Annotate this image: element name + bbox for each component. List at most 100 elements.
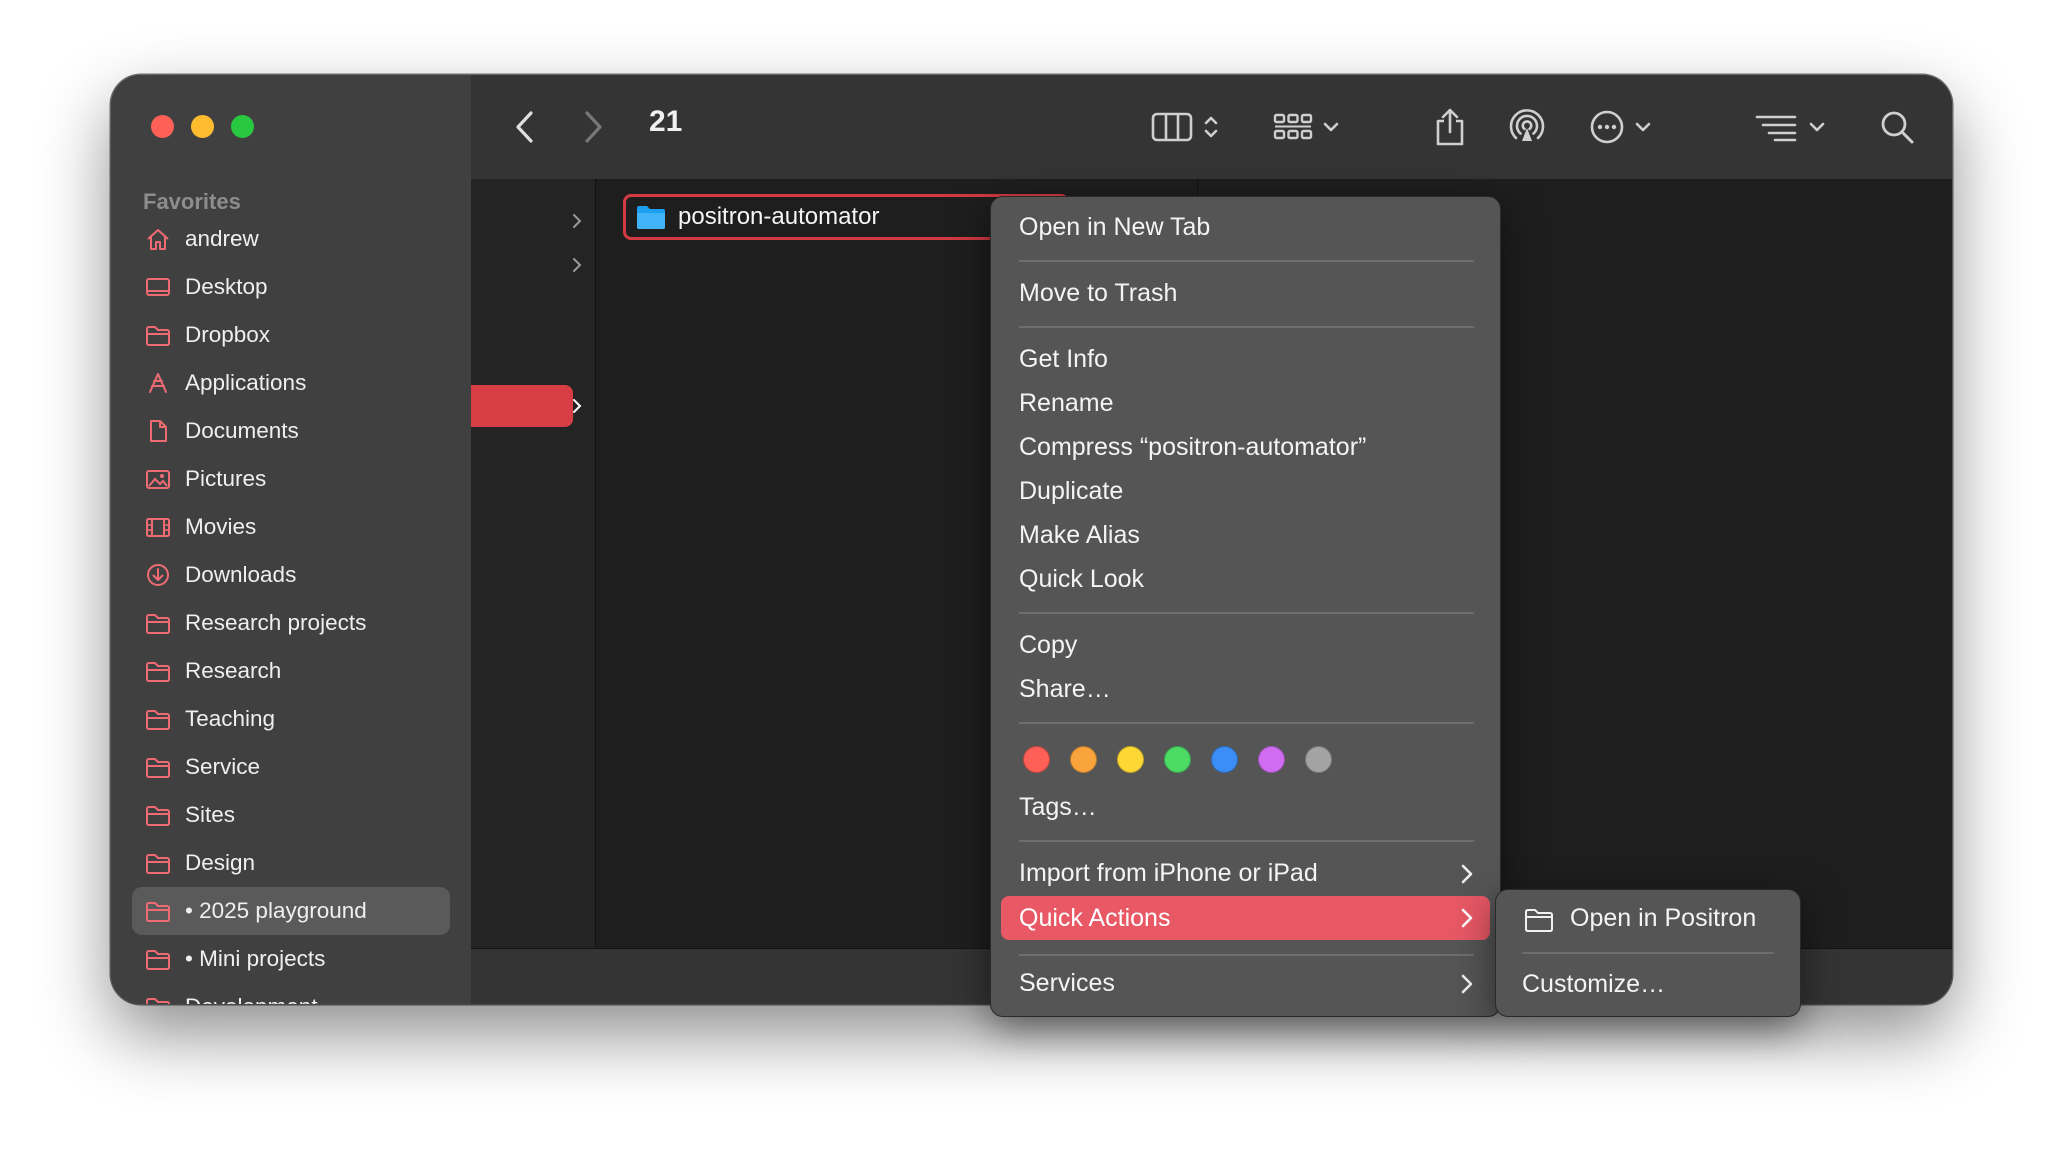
menu-separator (1019, 954, 1474, 956)
zoom-button[interactable] (231, 115, 254, 138)
sidebar-item[interactable]: Design (132, 839, 450, 887)
folder-icon (145, 322, 171, 348)
grid-icon (1273, 113, 1313, 140)
sidebar-item-label: • 2025 playground (185, 898, 367, 923)
sidebar-item[interactable]: Desktop (132, 263, 450, 311)
sidebar-item[interactable]: Service (132, 743, 450, 791)
menu-item-services[interactable]: Services (1019, 969, 1115, 998)
sidebar-item[interactable]: Development (132, 983, 450, 1004)
search-button[interactable] (1879, 103, 1915, 151)
window-title: 21 (649, 105, 683, 138)
airdrop-button[interactable] (1507, 103, 1547, 151)
sidebar-item-label: Service (185, 754, 261, 779)
sidebar-item[interactable]: • Mini projects (132, 935, 450, 983)
menu-item-quick-look[interactable]: Quick Look (1019, 565, 1144, 594)
chevron-right-icon (1461, 864, 1473, 884)
menu-item-duplicate[interactable]: Duplicate (1019, 477, 1123, 506)
tag-color-dot[interactable] (1164, 746, 1191, 773)
share-button[interactable] (1433, 103, 1467, 151)
quick-actions-submenu: Open in Positron Customize… (1495, 889, 1801, 1017)
view-mode-button[interactable] (1151, 103, 1221, 151)
minimize-button[interactable] (191, 115, 214, 138)
action-menu-button[interactable] (1589, 103, 1653, 151)
sidebar-item[interactable]: Downloads (132, 551, 450, 599)
menu-separator (1019, 326, 1474, 328)
tag-color-dot[interactable] (1070, 746, 1097, 773)
menu-separator (1019, 722, 1474, 724)
column-parent (471, 179, 596, 949)
folder-icon (145, 754, 171, 780)
menu-item-rename[interactable]: Rename (1019, 389, 1114, 418)
submenu-item-customize[interactable]: Customize… (1522, 970, 1665, 999)
desktop-icon (145, 274, 171, 300)
menu-item-copy[interactable]: Copy (1019, 631, 1077, 660)
chevron-right-icon (573, 399, 582, 413)
sidebar-item[interactable]: Dropbox (132, 311, 450, 359)
menu-item-tags[interactable]: Tags… (1019, 793, 1097, 822)
group-button[interactable] (1273, 103, 1341, 151)
download-icon (145, 562, 171, 588)
menu-separator (1019, 260, 1474, 262)
chevron-down-icon (1323, 122, 1339, 132)
sidebar-item-label: Documents (185, 418, 299, 443)
photo-icon (145, 466, 171, 492)
column-view-icon (1151, 112, 1193, 142)
toolbar: 21 (471, 75, 1952, 180)
menu-item-open-in-new-tab[interactable]: Open in New Tab (1019, 213, 1210, 242)
sidebar-item-label: Downloads (185, 562, 297, 587)
folder-icon (145, 946, 171, 972)
close-button[interactable] (151, 115, 174, 138)
menu-item-quick-actions[interactable]: Quick Actions (1001, 896, 1490, 940)
menu-item-import[interactable]: Import from iPhone or iPad (1019, 859, 1318, 888)
chevron-updown-icon (1204, 116, 1218, 138)
sidebar-item-label: Sites (185, 802, 236, 827)
menu-separator (1019, 840, 1474, 842)
menu-item-move-to-trash[interactable]: Move to Trash (1019, 279, 1177, 308)
sidebar-list: andrew Desktop Dropbox Applications Document… (132, 215, 450, 1004)
tag-color-dot[interactable] (1305, 746, 1332, 773)
sidebar-item-label: Pictures (185, 466, 267, 491)
sidebar-item-label: Movies (185, 514, 257, 539)
sidebar-item[interactable]: andrew (132, 215, 450, 263)
sidebar-item[interactable]: Research projects (132, 599, 450, 647)
search-icon (1881, 111, 1914, 144)
chevron-down-icon (1635, 122, 1651, 132)
sidebar-item[interactable]: Documents (132, 407, 450, 455)
menu-item-share[interactable]: Share… (1019, 675, 1111, 704)
chevron-right-icon (585, 111, 602, 143)
forward-button[interactable] (583, 103, 603, 151)
back-button[interactable] (515, 103, 535, 151)
folder-icon (145, 994, 171, 1004)
home-icon (145, 226, 171, 252)
sidebar-item[interactable]: Teaching (132, 695, 450, 743)
sidebar-item[interactable]: Applications (132, 359, 450, 407)
sidebar-item[interactable]: Sites (132, 791, 450, 839)
selected-folder-row[interactable] (471, 385, 573, 427)
sidebar-item[interactable]: Research (132, 647, 450, 695)
chevron-right-icon (573, 214, 582, 228)
sidebar-item-label: Research (185, 658, 282, 683)
sidebar-item[interactable]: • 2025 playground (132, 887, 450, 935)
sidebar: Favorites andrew Desktop Dropbox Applicatio… (111, 75, 472, 1004)
tag-color-dot[interactable] (1117, 746, 1144, 773)
menu-item-compress[interactable]: Compress “positron-automator” (1019, 433, 1366, 462)
document-icon (145, 418, 171, 444)
submenu-item-open-in-positron[interactable]: Open in Positron (1570, 904, 1756, 933)
list-icon (1755, 115, 1797, 142)
tag-color-dot[interactable] (1023, 746, 1050, 773)
folder-icon (145, 610, 171, 636)
folder-icon (1525, 909, 1553, 932)
menu-item-get-info[interactable]: Get Info (1019, 345, 1108, 374)
tag-color-dot[interactable] (1258, 746, 1285, 773)
sort-button[interactable] (1755, 103, 1827, 151)
airdrop-icon (1509, 109, 1545, 141)
tag-color-dot[interactable] (1211, 746, 1238, 773)
chevron-right-icon (1461, 974, 1473, 994)
applications-icon (145, 370, 171, 396)
sidebar-item[interactable]: Pictures (132, 455, 450, 503)
more-icon (1590, 110, 1624, 144)
file-name: positron-automator (678, 203, 880, 230)
chevron-right-icon (573, 258, 582, 272)
menu-item-make-alias[interactable]: Make Alias (1019, 521, 1140, 550)
sidebar-item[interactable]: Movies (132, 503, 450, 551)
